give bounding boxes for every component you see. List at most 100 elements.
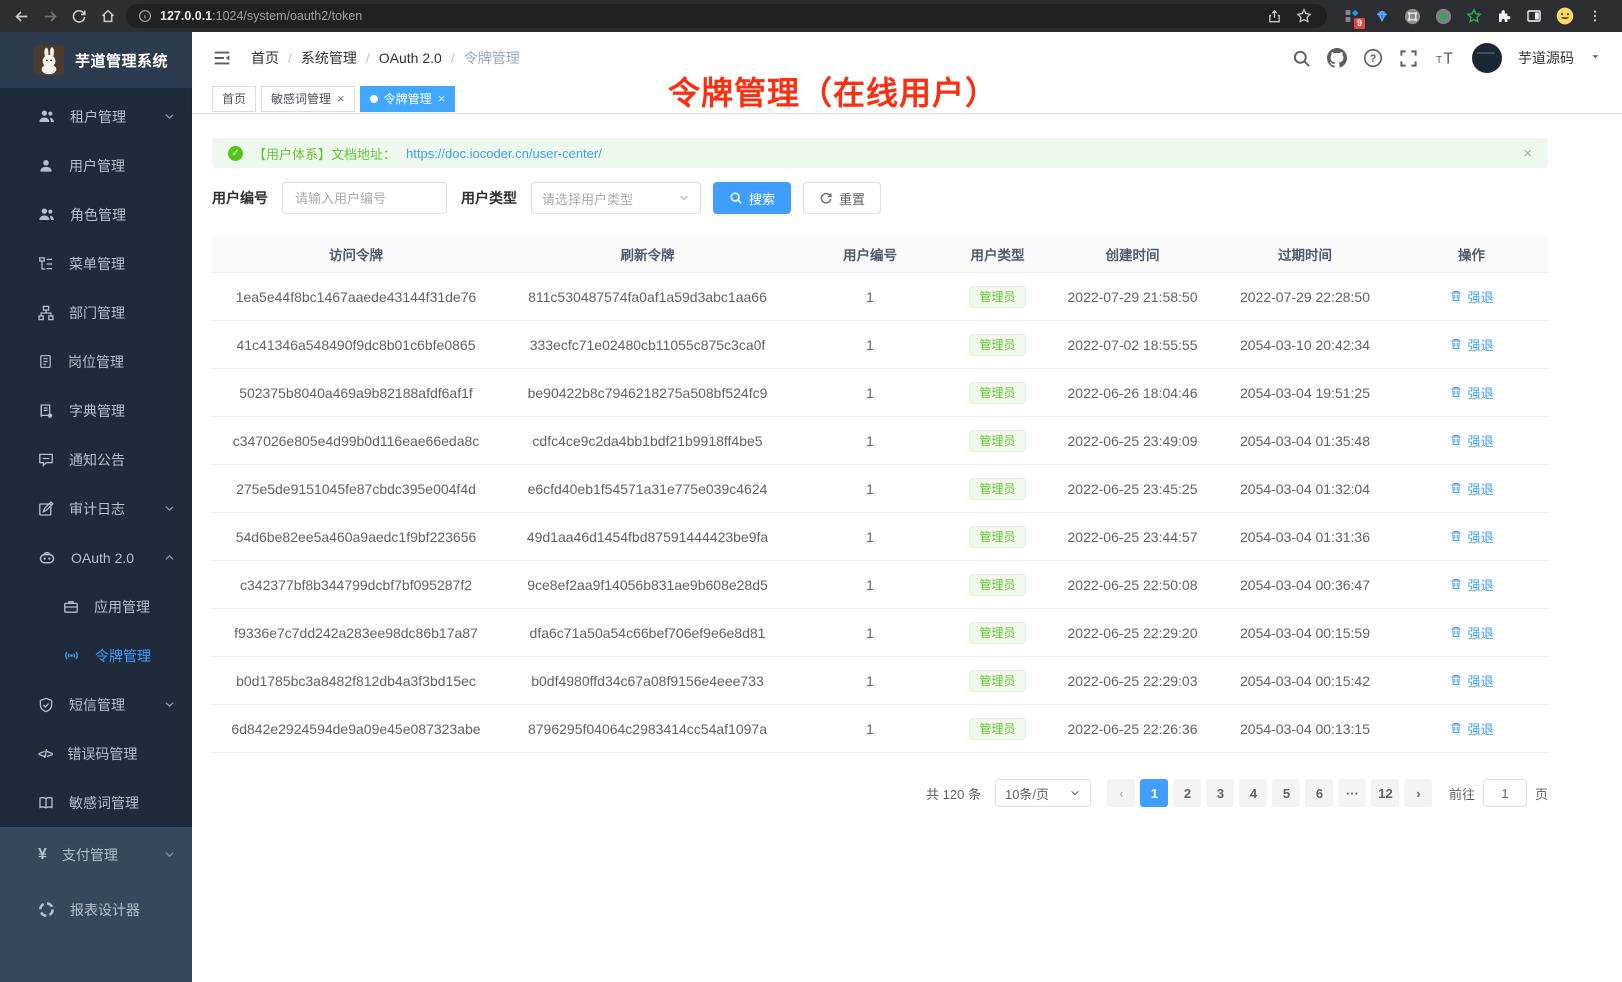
next-page-button[interactable]: ›	[1404, 779, 1432, 807]
table-row: 54d6be82ee5a460a9aedc1f9bf22365649d1aa46…	[212, 513, 1548, 561]
collapse-sidebar-icon[interactable]	[212, 49, 232, 67]
sidebar-item-errcode[interactable]: </>错误码管理	[0, 729, 192, 778]
extensions-puzzle-icon[interactable]	[1496, 8, 1512, 24]
star-extension-icon[interactable]	[1466, 8, 1482, 24]
gem-extension-icon[interactable]	[1374, 8, 1390, 24]
cell-access-token: 6d842e2924594de9a09e45e087323abe	[212, 721, 500, 737]
reset-button[interactable]: 重置	[803, 182, 881, 214]
sidebar-item-dict[interactable]: 字典管理	[0, 386, 192, 435]
force-logout-button[interactable]: 强退	[1449, 719, 1493, 738]
force-logout-button[interactable]: 强退	[1449, 671, 1493, 690]
home-icon[interactable]	[97, 5, 119, 27]
address-bar[interactable]: 127.0.0.1:1024/system/oauth2/token	[126, 4, 1327, 28]
page-number-button[interactable]: 2	[1173, 779, 1201, 807]
shortcut-extension-icon[interactable]	[1404, 8, 1421, 25]
recorder-extension-icon[interactable]	[1435, 8, 1452, 25]
report-icon	[38, 901, 55, 918]
goto-page-input[interactable]	[1483, 779, 1527, 807]
close-icon[interactable]: ×	[438, 92, 446, 105]
extension-badge: 9	[1354, 18, 1365, 29]
sidebar-item-post[interactable]: 岗位管理	[0, 337, 192, 386]
page-number-button[interactable]: 3	[1206, 779, 1234, 807]
extensions-row: 9	[1334, 7, 1612, 25]
page-size-select[interactable]: 10条/页	[995, 779, 1091, 807]
bookmark-star-icon[interactable]	[1293, 5, 1315, 27]
force-logout-button[interactable]: 强退	[1449, 623, 1493, 642]
sidebar-item-audit[interactable]: 审计日志	[0, 484, 192, 533]
cell-expire-time: 2054-03-04 01:32:04	[1215, 481, 1395, 497]
profile-avatar-icon[interactable]	[1556, 7, 1574, 25]
page-number-button[interactable]: 5	[1272, 779, 1300, 807]
sidebar-item-report[interactable]: 报表设计器	[0, 882, 192, 937]
sidebar-item-oauth2-token[interactable]: 令牌管理	[0, 631, 192, 680]
force-logout-button[interactable]: 强退	[1449, 383, 1493, 402]
sidebar-item-tenant[interactable]: 租户管理	[0, 92, 192, 141]
breadcrumb-item[interactable]: 系统管理	[301, 48, 357, 68]
alert-close-icon[interactable]: ×	[1523, 145, 1532, 162]
sidebar-item-user[interactable]: 用户管理	[0, 141, 192, 190]
breadcrumb-separator: /	[366, 50, 370, 66]
table-row: 6d842e2924594de9a09e45e087323abe8796295f…	[212, 705, 1548, 753]
breadcrumb-item: 令牌管理	[464, 48, 520, 68]
select-chevron-icon	[1069, 787, 1081, 799]
force-logout-button[interactable]: 强退	[1449, 527, 1493, 546]
page-number-button[interactable]: 12	[1371, 779, 1399, 807]
text-size-icon[interactable]: TT	[1434, 49, 1456, 67]
sidebar-item-pay[interactable]: ¥支付管理	[0, 827, 192, 882]
force-logout-button[interactable]: 强退	[1449, 575, 1493, 594]
user-menu-caret-icon[interactable]	[1590, 52, 1602, 64]
forward-icon[interactable]	[39, 5, 61, 27]
sidebar-item-oauth2[interactable]: OAuth 2.0	[0, 533, 192, 582]
user-type-label: 用户类型	[461, 188, 517, 208]
cell-refresh-token: be90422b8c7946218275a508bf524fc9	[500, 385, 795, 401]
browser-menu-icon[interactable]	[1588, 8, 1602, 24]
force-logout-button[interactable]: 强退	[1449, 287, 1493, 306]
split-screen-icon[interactable]	[1526, 8, 1542, 24]
tab-home[interactable]: 首页	[212, 86, 256, 112]
force-logout-button[interactable]: 强退	[1449, 479, 1493, 498]
github-icon[interactable]	[1327, 48, 1347, 68]
chevron-down-icon	[163, 110, 176, 123]
username[interactable]: 芋道源码	[1518, 48, 1574, 68]
site-info-icon[interactable]	[138, 9, 152, 23]
sidebar-item-menu[interactable]: 菜单管理	[0, 239, 192, 288]
page-number-button[interactable]: 1	[1140, 779, 1168, 807]
breadcrumb-item[interactable]: OAuth 2.0	[379, 50, 442, 66]
prev-page-button[interactable]: ‹	[1107, 779, 1135, 807]
reload-icon[interactable]	[68, 5, 90, 27]
search-icon[interactable]	[1292, 49, 1311, 68]
tab-token[interactable]: 令牌管理×	[360, 86, 456, 112]
table-row: 502375b8040a469a9b82188afdf6af1fbe90422b…	[212, 369, 1548, 417]
help-icon[interactable]: ?	[1363, 48, 1383, 68]
sidebar-item-sensitive-word[interactable]: 敏感词管理	[0, 778, 192, 827]
force-logout-button[interactable]: 强退	[1449, 431, 1493, 450]
page-number-button[interactable]: 6	[1305, 779, 1333, 807]
close-icon[interactable]: ×	[337, 92, 345, 105]
cell-user-id: 1	[795, 721, 945, 737]
goto-suffix: 页	[1535, 784, 1548, 803]
page-number-button[interactable]: ···	[1338, 779, 1366, 807]
sidebar-item-sms[interactable]: 短信管理	[0, 680, 192, 729]
user-id-input[interactable]	[282, 182, 447, 214]
page-number-button[interactable]: 4	[1239, 779, 1267, 807]
sidebar-item-notice[interactable]: 通知公告	[0, 435, 192, 484]
sidebar-item-dept[interactable]: 部门管理	[0, 288, 192, 337]
cell-created-time: 2022-06-25 22:26:36	[1050, 721, 1215, 737]
user-avatar[interactable]	[1472, 43, 1502, 73]
cell-refresh-token: dfa6c71a50a54c66bef706ef9e6e8d81	[500, 625, 795, 641]
sidebar-item-oauth2-app[interactable]: 应用管理	[0, 582, 192, 631]
search-button[interactable]: 搜索	[713, 182, 791, 214]
sidebar-item-role[interactable]: 角色管理	[0, 190, 192, 239]
user-type-select[interactable]: 请选择用户类型	[531, 182, 701, 214]
doc-link[interactable]: https://doc.iocoder.cn/user-center/	[406, 146, 602, 161]
breadcrumb-item[interactable]: 首页	[251, 48, 279, 68]
share-icon[interactable]	[1263, 5, 1285, 27]
cell-expire-time: 2054-03-04 01:31:36	[1215, 529, 1395, 545]
back-icon[interactable]	[10, 5, 32, 27]
tab-sensitive-word[interactable]: 敏感词管理×	[261, 86, 355, 112]
fullscreen-icon[interactable]	[1399, 49, 1418, 68]
trash-icon	[1449, 529, 1463, 543]
force-logout-button[interactable]: 强退	[1449, 335, 1493, 354]
table-row: 41c41346a548490f9dc8b01c6bfe0865333ecfc7…	[212, 321, 1548, 369]
tab-manager-extension-icon[interactable]: 9	[1344, 8, 1360, 24]
